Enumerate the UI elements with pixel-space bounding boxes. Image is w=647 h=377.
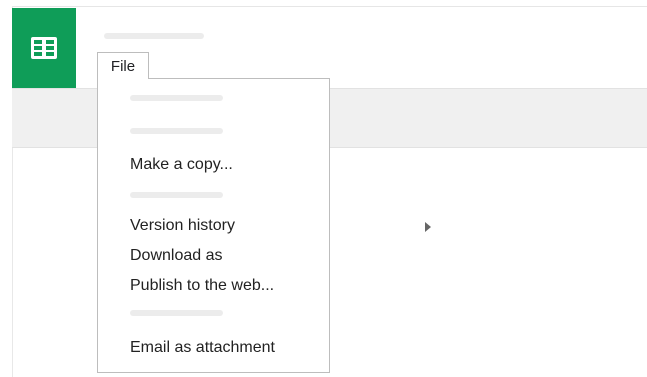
top-divider <box>12 6 647 7</box>
document-title-placeholder <box>104 33 204 39</box>
file-menu-dropdown: Make a copy... Version history Download … <box>97 78 431 373</box>
sheets-grid-icon <box>31 37 57 59</box>
menu-item-label: Version history <box>130 217 235 234</box>
sheets-logo[interactable] <box>12 8 76 88</box>
menu-item-placeholder <box>130 128 223 134</box>
menu-item-placeholder <box>130 192 223 198</box>
menu-item-publish-web[interactable]: Publish to the web... <box>130 276 274 296</box>
menu-item-email-attachment[interactable]: Email as attachment <box>130 338 275 358</box>
menu-item-download-as[interactable]: Download as <box>130 246 223 266</box>
menu-item-version-history[interactable]: Version history <box>130 216 431 236</box>
submenu-arrow-icon <box>424 222 431 232</box>
menu-item-make-copy[interactable]: Make a copy... <box>130 155 233 175</box>
menu-item-placeholder <box>130 95 223 101</box>
file-menu-button[interactable]: File <box>97 52 149 79</box>
menu-item-placeholder <box>130 310 223 316</box>
